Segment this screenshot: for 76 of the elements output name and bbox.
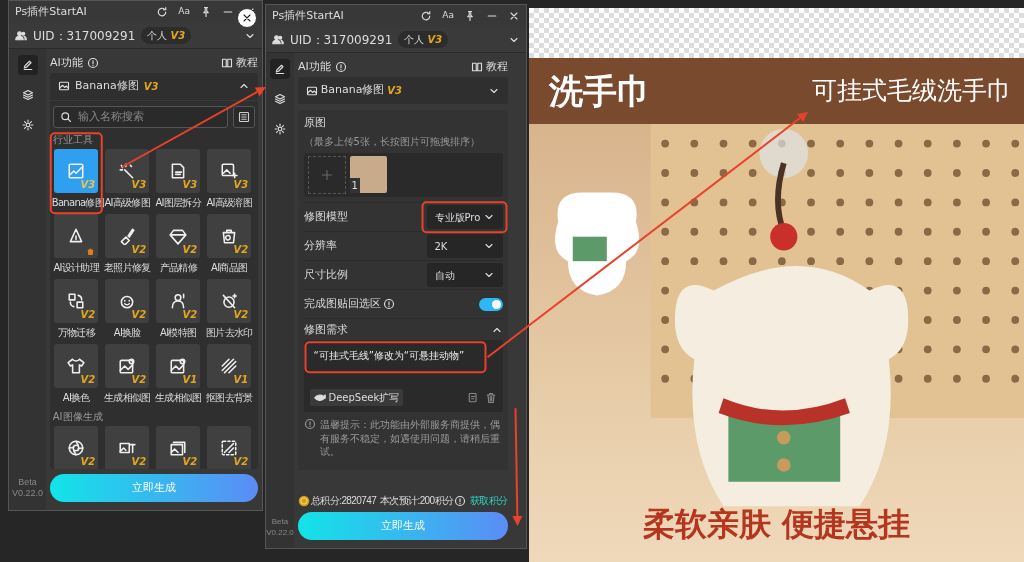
tool-label: AI图层拆分 bbox=[154, 196, 203, 211]
tool-tile[interactable]: V2 bbox=[105, 214, 150, 259]
plan-badge: 个人 V3 bbox=[398, 31, 449, 48]
banner-subtitle: 可挂式毛绒洗手巾 bbox=[812, 75, 1012, 108]
search-field[interactable]: 输入名称搜索 bbox=[52, 106, 228, 129]
font-size-button[interactable]: Aa bbox=[178, 5, 190, 19]
version-label: V0.22.0 bbox=[266, 527, 294, 538]
tool-tile[interactable]: V2 bbox=[105, 426, 150, 469]
user-id: UID：317009291 bbox=[290, 31, 393, 49]
category-title: 行业工具 bbox=[52, 133, 94, 148]
tool-tile[interactable]: V2 bbox=[207, 426, 252, 469]
tool-tile[interactable]: V2 bbox=[207, 279, 252, 324]
setting-label: 完成图贴回选区 bbox=[303, 296, 381, 312]
tool-tile[interactable]: V2 bbox=[207, 214, 252, 259]
field-label: 原图 bbox=[303, 115, 326, 130]
tool-tile[interactable]: V2 bbox=[156, 426, 201, 469]
window-title: Ps插件StartAI bbox=[15, 3, 88, 20]
font-size-button[interactable]: Aa bbox=[442, 9, 454, 23]
points-total: 总积分:2820747 bbox=[311, 494, 377, 508]
tool-label: AI换脸 bbox=[112, 326, 142, 341]
section-label: AI功能 bbox=[50, 54, 83, 71]
upload-hint: （最多上传5张，长按图片可拖拽排序） bbox=[303, 135, 480, 147]
tool-tile[interactable]: V2 bbox=[105, 344, 150, 389]
tool-tile[interactable]: V2 bbox=[54, 279, 99, 324]
tool-tile[interactable]: V2 bbox=[156, 279, 201, 324]
category-title: AI图像生成 bbox=[52, 410, 104, 425]
tool-tile[interactable]: V2 bbox=[156, 214, 201, 259]
tool-label: 产品精修 bbox=[158, 261, 199, 276]
setting-label: 尺寸比例 bbox=[303, 267, 348, 283]
window-title: Ps插件StartAI bbox=[272, 7, 345, 24]
tool-tile[interactable]: V2 bbox=[54, 344, 99, 389]
tool-label: AI设计助理 bbox=[52, 261, 101, 276]
tagline-text: 柔软亲肤 便捷悬挂 bbox=[642, 504, 911, 545]
tool-tile[interactable]: V2 bbox=[54, 426, 99, 469]
user-id: UID：317009291 bbox=[33, 27, 136, 45]
tool-label: 生成相似图 bbox=[154, 391, 203, 406]
tool-label: 图片去水印 bbox=[205, 326, 254, 341]
points-estimate: 本次预计:200积分 bbox=[379, 494, 454, 508]
select-dropdown[interactable]: 自动 bbox=[426, 263, 503, 288]
tool-tile[interactable]: V3 bbox=[207, 149, 252, 194]
tool-tile[interactable]: V3 bbox=[105, 149, 150, 194]
tool-label: 生成相似图 bbox=[103, 391, 152, 406]
tool-label: 老照片修复 bbox=[103, 261, 152, 276]
prompt-field[interactable]: “可挂式毛线”修改为“可悬挂动物” DeepSeek扩写 bbox=[303, 340, 503, 413]
plan-badge: 个人 V3 bbox=[141, 27, 192, 44]
tool-label: AI换色 bbox=[61, 391, 91, 406]
tool-header[interactable]: Banana修图 V3 bbox=[50, 72, 258, 101]
beta-label: Beta bbox=[270, 517, 290, 528]
beta-label: Beta bbox=[17, 476, 38, 489]
tool-label: 万物迁移 bbox=[56, 326, 97, 341]
section-title: 修图需求 bbox=[303, 321, 348, 338]
setting-label: 修图模型 bbox=[303, 209, 348, 225]
image-thumbnail[interactable]: 1 bbox=[349, 156, 387, 194]
tutorial-link[interactable]: 教程 bbox=[236, 54, 258, 72]
version-label: V0.22.0 bbox=[12, 488, 43, 500]
prompt-input[interactable]: “可挂式毛线”修改为“可悬挂动物” bbox=[309, 346, 497, 386]
tool-label: 抠图去背景 bbox=[205, 391, 254, 406]
tool-tile[interactable]: V3 bbox=[156, 149, 201, 194]
tool-tile[interactable]: V2 bbox=[105, 279, 150, 324]
expand-button[interactable]: DeepSeek扩写 bbox=[309, 389, 404, 407]
tool-tile[interactable]: V1 bbox=[156, 344, 201, 389]
get-points-link[interactable]: 获取积分 bbox=[470, 493, 508, 508]
tool-label: AI商品图 bbox=[210, 261, 249, 276]
tutorial-link[interactable]: 教程 bbox=[486, 58, 508, 76]
setting-label: 分辨率 bbox=[303, 238, 337, 254]
select-dropdown[interactable]: 2K bbox=[426, 234, 503, 259]
banner-title: 洗手巾 bbox=[549, 69, 651, 113]
notice-text: 温馨提示：此功能由外部服务商提供，偶有服务不稳定，如遇使用问题，请稍后重试。 bbox=[319, 418, 501, 459]
section-label: AI功能 bbox=[298, 58, 331, 75]
tool-label: AI高级溶图 bbox=[205, 196, 254, 211]
search-input[interactable]: 输入名称搜索 bbox=[75, 108, 221, 127]
tool-dropdown[interactable]: Banana修图 V3 bbox=[298, 77, 508, 104]
tool-label: AI模特图 bbox=[159, 326, 198, 341]
tool-label: AI高级修图 bbox=[103, 196, 152, 211]
select-dropdown[interactable]: 专业版Pro bbox=[426, 205, 503, 230]
tool-tile[interactable]: V1 bbox=[207, 344, 252, 389]
